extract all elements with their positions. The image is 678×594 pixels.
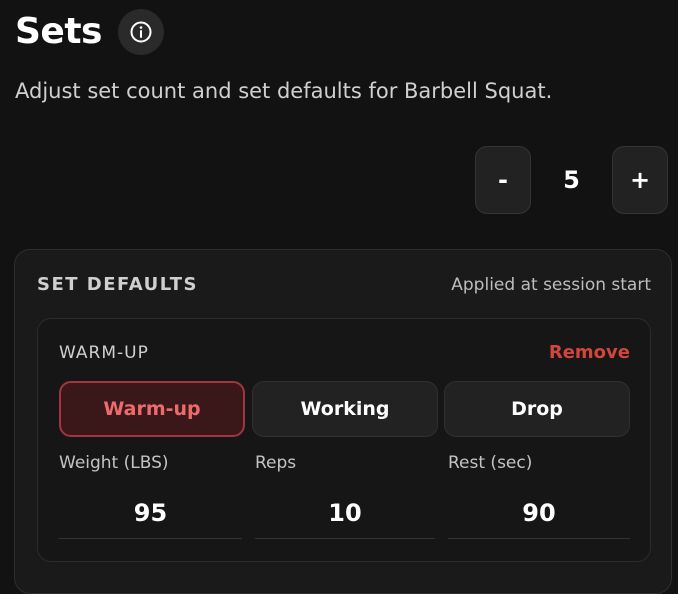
reps-input[interactable]: 10 [255,487,435,539]
weight-label: Weight (LBS) [59,453,169,473]
remove-set-button[interactable]: Remove [549,342,630,363]
page-subtitle: Adjust set count and set defaults for Ba… [15,79,553,103]
info-button[interactable] [117,9,164,55]
increment-sets-button[interactable]: + [612,146,668,214]
rest-input[interactable]: 90 [448,487,630,539]
weight-input[interactable]: 95 [59,487,242,539]
set-type-warm-up-button[interactable]: Warm-up [59,381,245,437]
set-type-working-button[interactable]: Working [252,381,438,437]
set-defaults-panel: SET DEFAULTS Applied at session start WA… [14,249,672,594]
reps-label: Reps [255,453,297,473]
set-count-value: 5 [563,166,580,194]
decrement-sets-button[interactable]: - [475,146,531,214]
set-card-warm-up: WARM-UP Remove Warm-up Working Drop Weig… [37,318,651,562]
set-defaults-title: SET DEFAULTS [37,274,198,295]
rest-label: Rest (sec) [448,453,533,473]
set-type-drop-button[interactable]: Drop [444,381,630,437]
page-title: Sets [15,11,102,52]
page-header: Sets [15,8,164,56]
info-circle-icon [130,21,152,43]
applied-note: Applied at session start [451,275,651,295]
set-card-label: WARM-UP [59,343,149,363]
